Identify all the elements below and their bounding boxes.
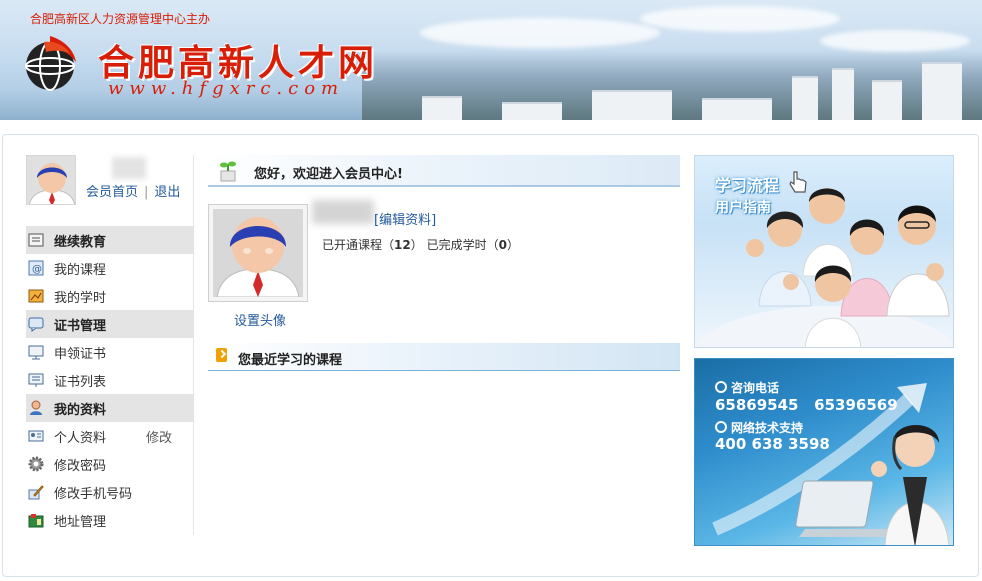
learning-guide-banner[interactable]: 学习流程 用户指南 <box>694 155 954 348</box>
username-blurred <box>312 200 374 224</box>
contact-support-banner[interactable]: 咨询电话 65869545 65396569 网络技术支持 400 638 35… <box>694 358 954 546</box>
welcome-bar: 您好，欢迎进入会员中心! <box>208 155 680 187</box>
opened-courses-end: ） <box>410 238 423 252</box>
username-blurred <box>112 157 146 179</box>
sidebar-item-label: 修改密码 <box>54 458 107 474</box>
phone-icon <box>715 421 727 433</box>
svg-text:@: @ <box>32 264 42 275</box>
building-decoration <box>502 102 562 120</box>
hours-icon <box>28 288 44 304</box>
default-avatar-icon <box>213 209 303 297</box>
default-avatar-icon <box>27 156 75 204</box>
personal-info-icon <box>28 428 44 444</box>
sidebar-section-education[interactable]: 继续教育 <box>26 226 194 254</box>
pencil-icon <box>28 484 44 500</box>
set-avatar-link[interactable]: 设置头像 <box>234 310 286 329</box>
sidebar-item-personal-info[interactable]: 个人资料 修改 <box>26 422 194 450</box>
phone-icon <box>715 381 727 393</box>
sidebar-item-my-courses[interactable]: @ 我的课程 <box>26 254 194 282</box>
profile-icon <box>28 400 44 416</box>
completed-hours-count: 0 <box>498 238 507 252</box>
cloud-decoration <box>820 30 970 52</box>
completed-hours-label: 已完成学时（ <box>426 238 499 252</box>
cloud-decoration <box>640 6 840 32</box>
sidebar-item-address[interactable]: 地址管理 <box>26 506 194 534</box>
sidebar-section-profile[interactable]: 我的资料 <box>26 394 194 422</box>
recent-courses-title: 您最近学习的课程 <box>238 353 343 368</box>
opened-courses-count: 12 <box>394 238 411 252</box>
sidebar-item-label: 个人资料 <box>54 430 107 446</box>
sidebar-item-certificate-list[interactable]: 证书列表 <box>26 366 194 394</box>
welcome-text: 您好，欢迎进入会员中心! <box>254 167 403 182</box>
building-decoration <box>872 80 902 120</box>
city-skyline <box>362 50 982 120</box>
sidebar-item-label: 我的学时 <box>54 290 107 306</box>
consult-phone-label-text: 咨询电话 <box>731 381 780 395</box>
building-decoration <box>422 96 462 120</box>
building-decoration <box>792 76 818 120</box>
host-text: 合肥高新区人力资源管理中心主办 <box>30 12 211 26</box>
sidebar-item-label: 证书列表 <box>54 374 107 390</box>
tech-support-label: 网络技术支持 <box>715 419 803 436</box>
user-guide-text: 用户指南 <box>715 200 771 216</box>
member-home-link[interactable]: 会员首页 <box>86 185 138 200</box>
building-decoration <box>702 98 772 120</box>
building-decoration <box>922 62 962 120</box>
recent-courses-header: 您最近学习的课程 <box>208 343 680 371</box>
sidebar: 会员首页 | 退出 继续教育 @ 我的课程 我的学时 证书管理 申领证书 证书列… <box>26 155 194 535</box>
education-icon <box>28 232 44 248</box>
sprout-icon <box>220 161 236 182</box>
sidebar-item-label: 修改手机号码 <box>54 486 133 502</box>
link-separator: | <box>144 185 149 200</box>
tech-support-label-text: 网络技术支持 <box>731 421 804 435</box>
sidebar-item-change-password[interactable]: 修改密码 <box>26 450 194 478</box>
apply-certificate-icon <box>28 344 44 360</box>
sidebar-item-change-phone[interactable]: 修改手机号码 <box>26 478 194 506</box>
sidebar-item-my-hours[interactable]: 我的学时 <box>26 282 194 310</box>
building-decoration <box>592 90 672 120</box>
certificate-manage-icon <box>28 316 44 332</box>
site-url: www.hfgxrc.com <box>108 78 345 99</box>
chevron-right-icon <box>216 348 227 362</box>
site-banner: 合肥高新区人力资源管理中心主办 合肥高新人才网 www.hfgxrc.com <box>0 0 982 120</box>
globe-logo-icon[interactable] <box>20 32 92 92</box>
avatar[interactable] <box>26 155 76 205</box>
sidebar-menu: 继续教育 @ 我的课程 我的学时 证书管理 申领证书 证书列表 我的资料 个人资… <box>26 226 194 534</box>
sidebar-item-label: 地址管理 <box>54 514 107 530</box>
hand-cursor-icon <box>789 171 807 193</box>
consult-phone-label: 咨询电话 <box>715 379 779 396</box>
building-decoration <box>832 68 854 120</box>
logout-link[interactable]: 退出 <box>154 185 180 200</box>
edit-personal-info-link[interactable]: 修改 <box>146 427 172 446</box>
sidebar-item-apply-certificate[interactable]: 申领证书 <box>26 338 194 366</box>
tech-support-number: 400 638 3598 <box>715 435 830 453</box>
profile-avatar[interactable] <box>208 204 308 302</box>
course-icon: @ <box>28 260 44 276</box>
sidebar-item-label: 证书管理 <box>54 318 107 334</box>
gear-icon <box>28 456 44 472</box>
address-icon <box>28 512 44 528</box>
user-links: 会员首页 | 退出 <box>86 181 180 200</box>
learning-stats: 已开通课程（12） 已完成学时（0） <box>322 236 519 253</box>
opened-courses-label: 已开通课程（ <box>322 238 395 252</box>
sidebar-item-label: 我的课程 <box>54 262 107 278</box>
sidebar-section-certificates[interactable]: 证书管理 <box>26 310 194 338</box>
sidebar-item-label: 申领证书 <box>54 346 107 362</box>
sidebar-item-label: 继续教育 <box>54 234 107 250</box>
sidebar-item-label: 我的资料 <box>54 402 107 418</box>
completed-hours-end: ） <box>506 238 519 252</box>
consult-phone-numbers: 65869545 65396569 <box>715 396 898 414</box>
certificate-list-icon <box>28 372 44 388</box>
learning-process-text: 学习流程 <box>715 176 780 195</box>
edit-profile-link[interactable]: [编辑资料] <box>374 209 436 228</box>
cloud-decoration <box>420 18 660 48</box>
user-card: 会员首页 | 退出 <box>26 155 194 211</box>
